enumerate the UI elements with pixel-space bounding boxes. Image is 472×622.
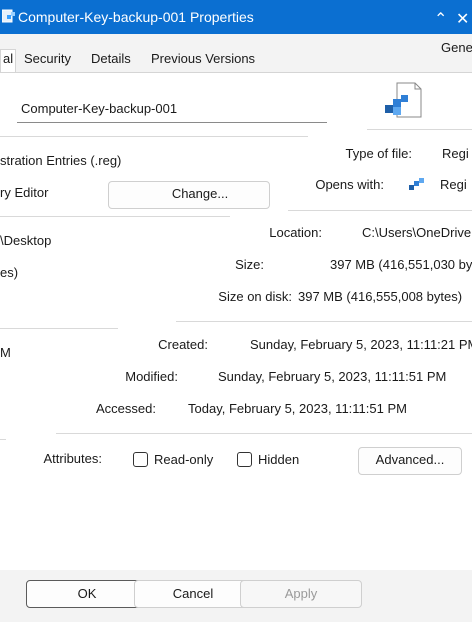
size-value: 397 MB (416,551,030 byte — [330, 257, 472, 272]
created-label: Created: — [158, 337, 208, 352]
separator — [0, 216, 230, 217]
registry-file-icon — [385, 82, 422, 118]
accessed-label: Accessed: — [96, 401, 156, 416]
accessed-value: Today, February 5, 2023, 11:11:51 PM — [188, 401, 407, 416]
type-of-file-value: Regi — [442, 146, 469, 161]
regedit-icon — [409, 178, 424, 190]
size-on-disk-value: 397 MB (416,555,008 bytes) — [298, 289, 463, 304]
ok-button[interactable]: OK — [26, 580, 148, 608]
read-only-checkbox[interactable] — [133, 452, 148, 467]
separator — [0, 439, 6, 440]
tab-security[interactable]: Security — [24, 51, 71, 66]
tab-general[interactable]: al — [0, 49, 17, 74]
separator — [176, 321, 472, 322]
modified-value: Sunday, February 5, 2023, 11:11:51 PM — [218, 369, 447, 384]
apply-button[interactable]: Apply — [240, 580, 362, 608]
advanced-button-label: Advanced... — [375, 452, 445, 467]
separator — [0, 136, 308, 137]
apply-button-label: Apply — [284, 586, 318, 601]
general-panel: Computer-Key-backup-001 stration Entries… — [0, 72, 472, 571]
hidden-label: Hidden — [258, 452, 300, 467]
attributes-label: Attributes: — [43, 451, 102, 466]
cancel-button[interactable]: Cancel — [134, 580, 252, 608]
title-bar: Computer-Key-backup-001 Properties ⌃ ✕ — [0, 0, 472, 34]
change-button[interactable]: Change... — [108, 181, 270, 209]
opens-with-partial: ry Editor — [0, 185, 49, 200]
file-name-input[interactable]: Computer-Key-backup-001 — [17, 98, 327, 123]
tab-strip: al Security Details Previous Versions Ge… — [0, 34, 472, 74]
type-of-file-label: Type of file: — [345, 146, 412, 161]
separator — [0, 328, 118, 329]
type-of-file-partial: stration Entries (.reg) — [0, 153, 122, 168]
opens-with-value: Regi — [440, 177, 467, 192]
advanced-button[interactable]: Advanced... — [358, 447, 462, 475]
registry-file-icon — [2, 9, 15, 23]
location-label: Location: — [269, 225, 322, 240]
dialog-footer: OK Cancel Apply — [0, 570, 472, 622]
separator — [56, 433, 472, 434]
minimize-icon[interactable]: ⌃ — [434, 9, 447, 29]
created-value: Sunday, February 5, 2023, 11:11:21 PM — [250, 337, 472, 352]
separator — [288, 210, 472, 211]
tab-previous-versions[interactable]: Previous Versions — [151, 51, 255, 66]
tab-general-partial[interactable]: Gene — [441, 40, 472, 55]
window-title: Computer-Key-backup-001 Properties — [18, 9, 254, 25]
ok-button-label: OK — [77, 586, 97, 601]
close-icon[interactable]: ✕ — [456, 9, 469, 29]
separator — [367, 129, 472, 130]
location-partial: \Desktop — [0, 233, 52, 248]
size-label: Size: — [235, 257, 264, 272]
file-name-value: Computer-Key-backup-001 — [21, 101, 178, 116]
size-partial: es) — [0, 265, 19, 280]
location-value: C:\Users\OneDrive — [362, 225, 472, 240]
size-on-disk-label: Size on disk: — [218, 289, 292, 304]
date-partial: M — [0, 345, 11, 360]
modified-label: Modified: — [125, 369, 178, 384]
tab-details[interactable]: Details — [91, 51, 131, 66]
hidden-checkbox[interactable] — [237, 452, 252, 467]
change-button-label: Change... — [171, 186, 229, 201]
cancel-button-label: Cancel — [172, 586, 214, 601]
opens-with-label: Opens with: — [315, 177, 384, 192]
read-only-label: Read-only — [154, 452, 214, 467]
